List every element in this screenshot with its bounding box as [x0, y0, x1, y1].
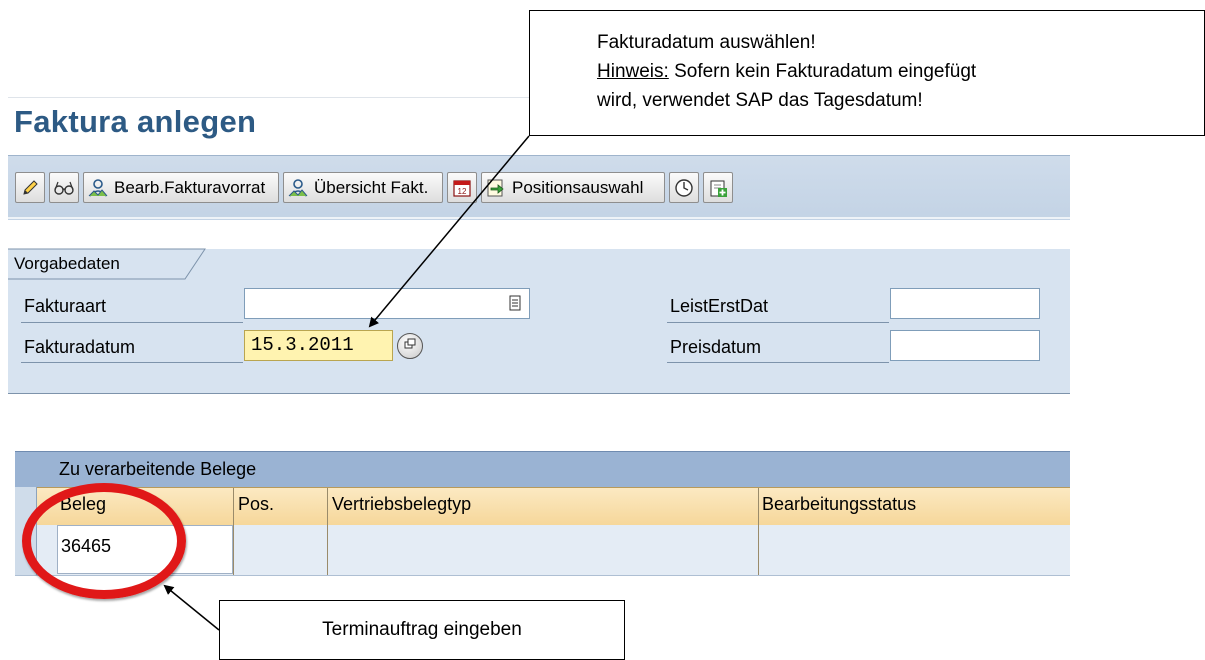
section-tab-label[interactable]: Vorgabedaten: [14, 254, 120, 274]
billing-overview-button[interactable]: Übersicht Fakt.: [283, 172, 443, 203]
worklist-icon: [84, 174, 112, 202]
svg-text:12: 12: [458, 187, 467, 196]
edit-button[interactable]: [15, 172, 45, 203]
column-header-bearbeitungsstatus[interactable]: Bearbeitungsstatus: [762, 494, 916, 515]
documents-table-title: Zu verarbeitende Belege: [59, 459, 257, 479]
column-divider: [327, 488, 328, 575]
callout-line-1: Fakturadatum auswählen!: [597, 32, 816, 53]
fakturaart-underline: [21, 322, 243, 323]
top-callout: Fakturadatum auswählen! Hinweis: Sofern …: [529, 10, 1205, 136]
leisterstdat-label: LeistErstDat: [670, 296, 769, 316]
execute-in-background-button[interactable]: [669, 172, 699, 203]
hint-prefix: Hinweis:: [597, 61, 669, 82]
billing-due-list-label: Bearb.Fakturavorrat: [114, 177, 266, 197]
highlight-ellipse: [22, 483, 186, 599]
bottom-callout-text: Terminauftrag eingeben: [322, 619, 522, 640]
column-header-pos[interactable]: Pos.: [238, 494, 274, 515]
toolbar-divider: [8, 217, 1070, 219]
value-help-button[interactable]: [397, 333, 423, 359]
glasses-icon: [50, 174, 78, 202]
fakturadatum-label: Fakturadatum: [24, 337, 136, 357]
column-divider: [758, 488, 759, 575]
billing-overview-label: Übersicht Fakt.: [314, 177, 429, 197]
callout-line-3: wird, verwendet SAP das Tagesdatum!: [597, 90, 923, 111]
item-selection-label: Positionsauswahl: [512, 177, 644, 197]
billing-due-list-button[interactable]: Bearb.Fakturavorrat: [83, 172, 279, 203]
display-button[interactable]: [49, 172, 79, 203]
calendar-button[interactable]: 12: [447, 172, 477, 203]
preisdatum-underline: [667, 362, 889, 363]
column-header-vertriebsbelegtyp[interactable]: Vertriebsbelegtyp: [332, 494, 471, 515]
preisdatum-input[interactable]: [890, 330, 1040, 361]
value-help-icon: [403, 337, 417, 356]
clock-icon: [670, 174, 698, 202]
column-divider: [233, 488, 234, 575]
callout-line-2: Hinweis: Sofern kein Fakturadatum eingef…: [597, 57, 1204, 86]
fakturadatum-input[interactable]: 15.3.2011: [244, 330, 393, 361]
page-title: Faktura anlegen: [14, 104, 257, 139]
fakturaart-input[interactable]: [244, 288, 530, 319]
leisterstdat-underline: [667, 322, 889, 323]
add-document-icon: [704, 174, 732, 202]
fakturadatum-underline: [21, 362, 243, 363]
dropdown-icon[interactable]: [508, 294, 522, 317]
worklist-icon: [284, 174, 312, 202]
preisdatum-label: Preisdatum: [670, 337, 762, 357]
item-selection-button[interactable]: Positionsauswahl: [481, 172, 665, 203]
selection-icon: [482, 174, 510, 202]
leisterstdat-input[interactable]: [890, 288, 1040, 319]
create-button[interactable]: [703, 172, 733, 203]
arrow-to-beleg: [163, 584, 220, 631]
pencil-icon: [16, 174, 44, 202]
bottom-callout: Terminauftrag eingeben: [219, 600, 625, 660]
hint-rest: Sofern kein Fakturadatum eingefügt: [668, 61, 977, 82]
fakturaart-label: Fakturaart: [24, 296, 107, 316]
calendar-icon: 12: [448, 174, 476, 202]
